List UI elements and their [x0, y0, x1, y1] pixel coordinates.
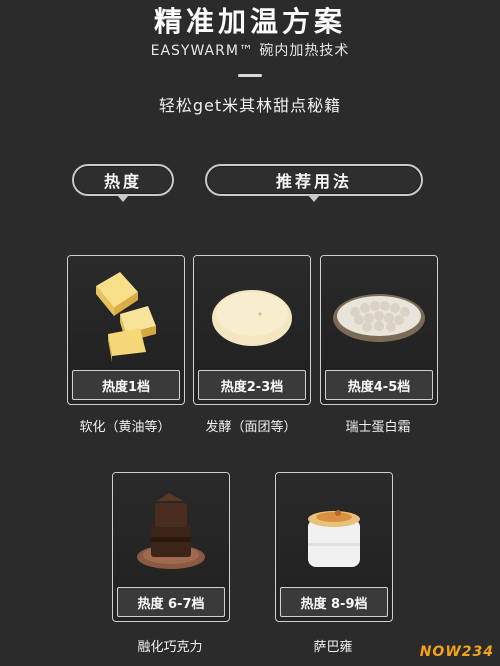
tab-method-label: 推荐用法 — [275, 172, 352, 191]
dough-image — [194, 256, 310, 370]
heat-card-1[interactable]: 热度1档 — [67, 255, 185, 405]
heat-card-3[interactable]: 热度4-5档 — [320, 255, 438, 405]
card-caption: 融化巧克力 — [137, 640, 203, 655]
heat-level-label: 热度2-3档 — [198, 370, 306, 400]
chocolate-image — [113, 473, 229, 587]
butter-image — [68, 256, 184, 370]
heat-level-label: 热度 6-7档 — [117, 587, 225, 617]
watermark-logo: NOW234 — [419, 644, 494, 660]
page-subtitle: EASYWARM™ 碗内加热技术 — [150, 43, 350, 59]
card-caption: 萨巴雍 — [313, 640, 353, 655]
tagline: 轻松get米其林甜点秘籍 — [158, 96, 342, 115]
heat-card-4[interactable]: 热度 6-7档 — [112, 472, 230, 622]
heat-card-5[interactable]: 热度 8-9档 — [275, 472, 393, 622]
sabayon-image — [276, 473, 392, 587]
page-title: 精准加温方案 — [153, 5, 346, 38]
divider — [238, 74, 262, 77]
card-caption: 瑞士蛋白霜 — [345, 420, 411, 435]
heat-level-label: 热度4-5档 — [325, 370, 433, 400]
meringue-image — [321, 256, 437, 370]
tab-heat-label: 热度 — [103, 172, 142, 191]
tab-recommended-usage[interactable]: 推荐用法 — [205, 164, 423, 202]
tab-heat[interactable]: 热度 — [72, 164, 174, 202]
heat-level-label: 热度 8-9档 — [280, 587, 388, 617]
card-caption: 发酵（面团等） — [205, 420, 297, 435]
heat-card-2[interactable]: 热度2-3档 — [193, 255, 311, 405]
heat-level-label: 热度1档 — [72, 370, 180, 400]
card-caption: 软化（黄油等） — [79, 420, 171, 435]
